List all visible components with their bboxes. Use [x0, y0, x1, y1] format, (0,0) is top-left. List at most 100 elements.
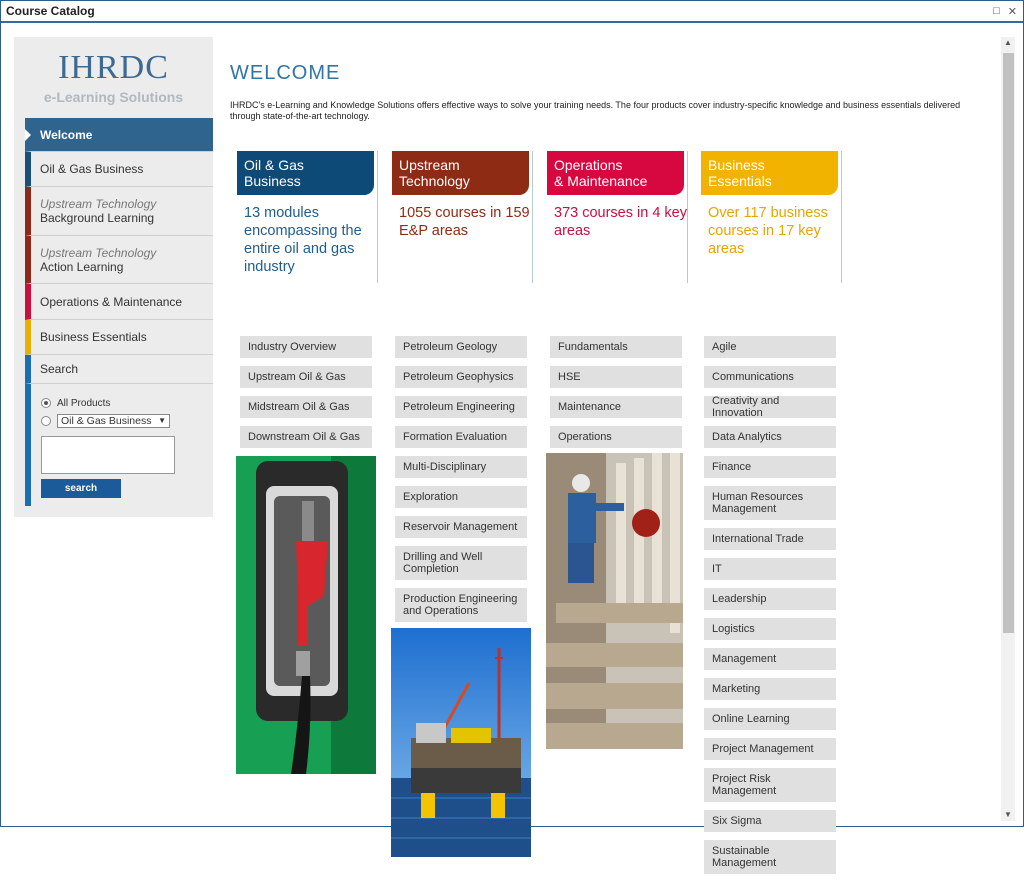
search-button[interactable]: search — [41, 479, 121, 498]
radio-product-select[interactable]: Oil & Gas Business ▼ — [41, 412, 213, 430]
course-link[interactable]: Human Resources Management — [704, 486, 836, 520]
course-link[interactable]: Online Learning — [704, 708, 836, 730]
course-link[interactable]: Communications — [704, 366, 836, 388]
offshore-platform-image — [391, 628, 531, 857]
sidebar-item-sublabel: Upstream Technology — [40, 245, 157, 260]
course-link[interactable]: IT — [704, 558, 836, 580]
course-link[interactable]: Exploration — [395, 486, 527, 508]
course-link[interactable]: Logistics — [704, 618, 836, 640]
window-title: Course Catalog — [6, 4, 95, 18]
product-header-operations[interactable]: Operations & Maintenance — [547, 151, 684, 195]
course-link[interactable]: Production Engineering and Operations — [395, 588, 527, 622]
course-link[interactable]: HSE — [550, 366, 682, 388]
course-catalog-window: Course Catalog □ ✕ IHRDC e-Learning Solu… — [0, 0, 1024, 874]
product-links: Fundamentals HSE Maintenance Operations — [550, 336, 695, 448]
column-divider — [687, 151, 688, 283]
course-link[interactable]: Downstream Oil & Gas — [240, 426, 372, 448]
course-link[interactable]: Multi-Disciplinary — [395, 456, 527, 478]
course-link[interactable]: Reservoir Management — [395, 516, 527, 538]
course-link[interactable]: Petroleum Geophysics — [395, 366, 527, 388]
sidebar-item-business-essentials[interactable]: Business Essentials — [25, 320, 213, 355]
sidebar-item-label: Business Essentials — [40, 330, 147, 344]
logo-title: IHRDC — [58, 49, 169, 86]
column-divider — [377, 151, 378, 283]
course-link[interactable]: Finance — [704, 456, 836, 478]
search-heading: Search — [25, 355, 213, 384]
maximize-icon[interactable]: □ — [993, 5, 1000, 18]
search-input[interactable] — [41, 436, 175, 474]
product-header-oil-gas[interactable]: Oil & Gas Business — [237, 151, 374, 195]
course-link[interactable]: Petroleum Engineering — [395, 396, 527, 418]
course-link[interactable]: Fundamentals — [550, 336, 682, 358]
sidebar-item-oil-gas-business[interactable]: Oil & Gas Business — [25, 152, 213, 187]
course-link[interactable]: Operations — [550, 426, 682, 448]
product-column-operations: Operations & Maintenance 373 courses in … — [541, 151, 695, 749]
course-link[interactable]: Agile — [704, 336, 836, 358]
product-column-oil-gas: Oil & Gas Business 13 modules encompassi… — [231, 151, 385, 774]
course-link[interactable]: Leadership — [704, 588, 836, 610]
sidebar-item-label: Welcome — [40, 127, 93, 142]
scrollbar-thumb[interactable] — [1003, 53, 1014, 633]
course-link[interactable]: Midstream Oil & Gas — [240, 396, 372, 418]
column-divider — [841, 151, 842, 283]
sidebar-item-welcome[interactable]: Welcome — [25, 118, 213, 152]
product-column-upstream: Upstream Technology 1055 courses in 159 … — [386, 151, 540, 857]
product-select[interactable]: Oil & Gas Business ▼ — [57, 414, 170, 428]
column-divider — [532, 151, 533, 283]
search-panel: All Products Oil & Gas Business ▼ search — [25, 384, 213, 506]
product-title: Upstream — [399, 157, 460, 173]
course-link[interactable]: Management — [704, 648, 836, 670]
vertical-scrollbar[interactable]: ▲ ▼ — [1001, 37, 1015, 821]
sidebar: IHRDC e-Learning Solutions Welcome Oil &… — [14, 37, 213, 517]
course-link[interactable]: Sustainable Management — [704, 840, 836, 874]
product-description: 13 modules encompassing the entire oil a… — [244, 205, 362, 275]
title-bar: Course Catalog □ ✕ — [1, 1, 1023, 23]
product-title: Technology — [399, 173, 470, 189]
scroll-down-icon[interactable]: ▼ — [1001, 809, 1015, 821]
course-link[interactable]: Project Management — [704, 738, 836, 760]
sidebar-item-label: Operations & Maintenance — [40, 294, 183, 309]
scroll-up-icon[interactable]: ▲ — [1001, 37, 1015, 49]
course-link[interactable]: Creativity and Innovation — [704, 395, 836, 419]
course-link[interactable]: Drilling and Well Completion — [395, 546, 527, 580]
close-icon[interactable]: ✕ — [1008, 5, 1017, 18]
logo-subtitle: e-Learning Solutions — [43, 89, 184, 105]
course-link[interactable]: Project Risk Management — [704, 768, 836, 802]
page-title: WELCOME — [230, 62, 341, 84]
course-link[interactable]: Data Analytics — [704, 426, 836, 448]
product-title: Oil & Gas — [244, 157, 304, 173]
sidebar-item-upstream-action[interactable]: Upstream Technology Action Learning — [25, 236, 213, 284]
product-title: Essentials — [708, 173, 772, 189]
radio-button[interactable] — [41, 398, 51, 408]
main-content: WELCOME IHRDC's e-Learning and Knowledge… — [230, 37, 990, 122]
product-title: Operations — [554, 157, 623, 173]
course-link[interactable]: Formation Evaluation — [395, 426, 527, 448]
logo: IHRDC e-Learning Solutions — [14, 37, 213, 117]
intro-text: IHRDC's e-Learning and Knowledge Solutio… — [230, 100, 961, 121]
product-header-upstream[interactable]: Upstream Technology — [392, 151, 529, 195]
course-link[interactable]: Six Sigma — [704, 810, 836, 832]
sidebar-item-operations-maintenance[interactable]: Operations & Maintenance — [25, 284, 213, 320]
sidebar-item-label: Oil & Gas Business — [40, 162, 144, 176]
sidebar-item-label: Action Learning — [40, 259, 124, 274]
course-link[interactable]: Upstream Oil & Gas — [240, 366, 372, 388]
product-title: & Maintenance — [554, 173, 648, 189]
product-column-business: Business Essentials Over 117 business co… — [695, 151, 849, 882]
product-links: Agile Communications Creativity and Inno… — [704, 336, 849, 874]
course-link[interactable]: Industry Overview — [240, 336, 372, 358]
sidebar-nav: Welcome Oil & Gas Business Upstream Tech… — [25, 118, 213, 506]
sidebar-item-upstream-background[interactable]: Upstream Technology Background Learning — [25, 187, 213, 236]
chevron-down-icon: ▼ — [158, 416, 166, 425]
product-links: Industry Overview Upstream Oil & Gas Mid… — [240, 336, 385, 448]
course-link[interactable]: International Trade — [704, 528, 836, 550]
sidebar-item-sublabel: Upstream Technology — [40, 197, 157, 211]
radio-all-products[interactable]: All Products — [41, 394, 213, 412]
course-link[interactable]: Petroleum Geology — [395, 336, 527, 358]
course-link[interactable]: Maintenance — [550, 396, 682, 418]
sidebar-item-label: Background Learning — [40, 211, 155, 225]
course-link[interactable]: Marketing — [704, 678, 836, 700]
product-header-business[interactable]: Business Essentials — [701, 151, 838, 195]
radio-button[interactable] — [41, 416, 51, 426]
product-description: Over 117 business courses in 17 key area… — [708, 205, 828, 257]
product-title: Business — [708, 157, 765, 173]
